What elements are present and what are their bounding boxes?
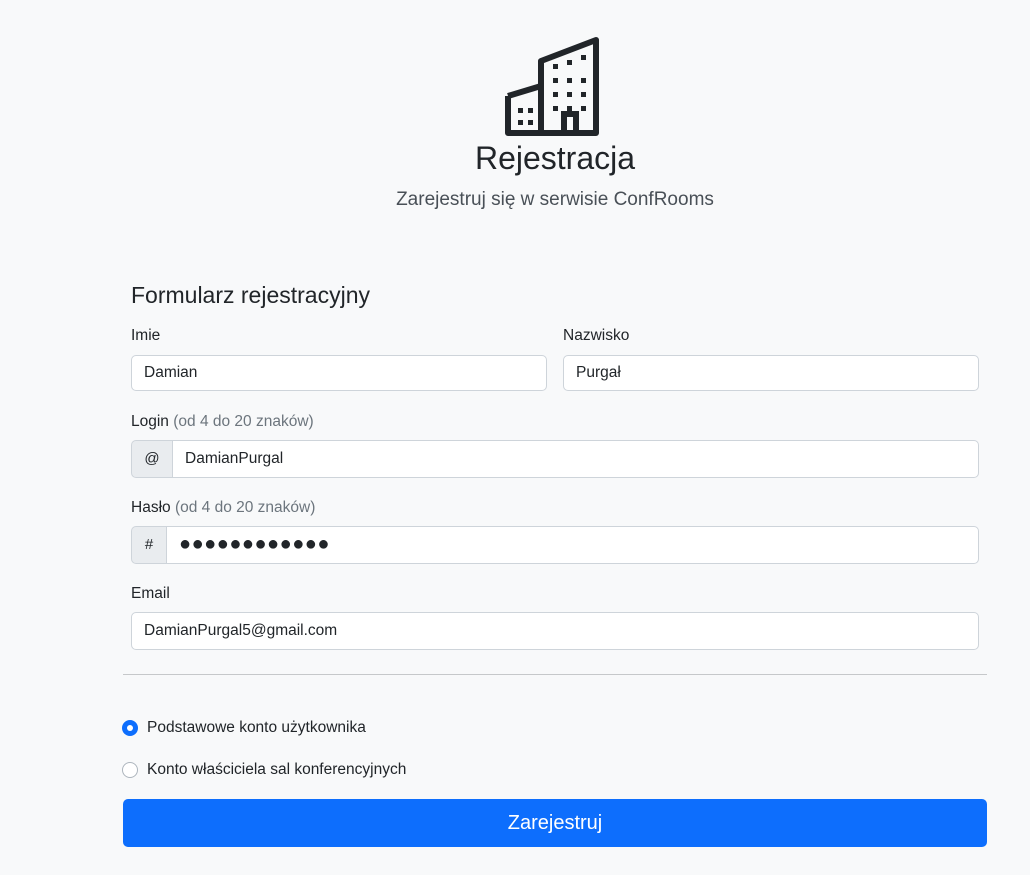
register-button[interactable]: Zarejestruj — [123, 799, 987, 847]
login-hint: (od 4 do 20 znaków) — [173, 413, 314, 430]
divider — [123, 674, 987, 675]
page-title: Rejestracja — [474, 140, 636, 176]
password-input-group: # ●●●●●●●●●●●● — [131, 526, 979, 564]
building-icon — [505, 37, 599, 136]
last-name-label: Nazwisko — [563, 327, 630, 344]
radio-button-basic-account[interactable] — [122, 720, 138, 736]
login-label: Login (od 4 do 20 znaków) — [131, 412, 314, 432]
radio-label-basic-account[interactable]: Podstawowe konto użytkownika — [147, 718, 366, 738]
login-prefix: @ — [131, 440, 172, 478]
password-label-text: Hasło — [131, 499, 171, 516]
first-name-input[interactable]: Damian — [131, 355, 547, 391]
radio-label-owner-account[interactable]: Konto właściciela sal konferencyjnych — [147, 760, 406, 780]
radio-option-basic-account[interactable]: Podstawowe konto użytkownika — [122, 718, 366, 738]
form-heading: Formularz rejestracyjny — [131, 282, 370, 308]
page-subtitle: Zarejestruj się w serwisie ConfRooms — [396, 189, 714, 210]
registration-page: Rejestracja Zarejestruj się w serwisie C… — [0, 0, 1030, 875]
radio-button-owner-account[interactable] — [122, 762, 138, 778]
first-name-label: Imie — [131, 327, 161, 344]
email-label: Email — [131, 585, 170, 602]
radio-option-owner-account[interactable]: Konto właściciela sal konferencyjnych — [122, 760, 406, 780]
login-label-text: Login — [131, 413, 169, 430]
email-input[interactable]: DamianPurgal5@gmail.com — [131, 612, 979, 650]
login-input-group: @ DamianPurgal — [131, 440, 979, 478]
login-input[interactable]: DamianPurgal — [172, 440, 979, 478]
password-prefix: # — [131, 526, 166, 564]
password-label: Hasło (od 4 do 20 znaków) — [131, 498, 315, 518]
password-hint: (od 4 do 20 znaków) — [174, 499, 316, 516]
password-input[interactable]: ●●●●●●●●●●●● — [166, 526, 979, 564]
last-name-input[interactable]: Purgał — [563, 355, 979, 391]
